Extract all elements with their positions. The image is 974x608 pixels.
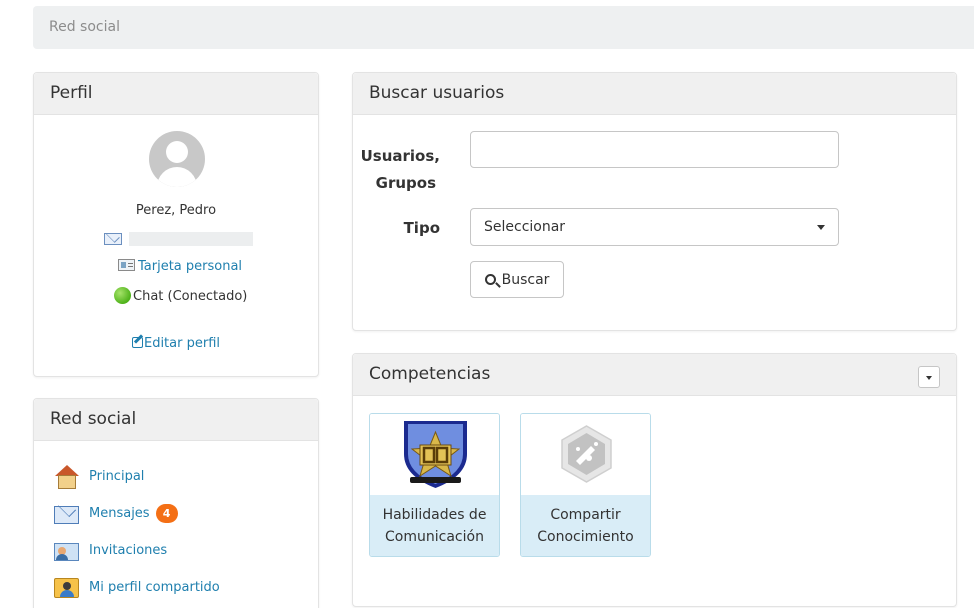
type-selected-value: Seleccionar bbox=[484, 219, 566, 235]
search-button-label: Buscar bbox=[501, 271, 550, 288]
type-select[interactable]: Seleccionar bbox=[470, 208, 839, 246]
search-users-panel: Buscar usuarios Usuarios, Grupos Tipo Se… bbox=[352, 72, 957, 331]
unread-count-badge: 4 bbox=[155, 503, 178, 523]
shared-profile-icon bbox=[54, 578, 79, 598]
nav-item-principal[interactable]: Principal bbox=[54, 463, 144, 489]
skill-badge-caption: Habilidades de Comunicación bbox=[370, 495, 499, 556]
business-card-link[interactable]: Tarjeta personal bbox=[118, 259, 242, 274]
users-label-line2: Grupos bbox=[375, 174, 436, 192]
profile-panel: Perfil Perez, Pedro Tarjeta personal Cha… bbox=[33, 72, 319, 377]
profile-panel-title: Perfil bbox=[34, 73, 318, 115]
skills-panel-title: Competencias bbox=[369, 364, 491, 384]
skill-name-line1: Habilidades de bbox=[382, 507, 487, 523]
social-network-panel: Red social Principal Mensajes 4 Invitaci… bbox=[33, 398, 319, 608]
edit-profile-link[interactable]: Editar perfil bbox=[34, 336, 318, 351]
search-button[interactable]: Buscar bbox=[470, 261, 564, 298]
skills-dropdown-toggle[interactable] bbox=[918, 366, 940, 388]
search-panel-title: Buscar usuarios bbox=[353, 73, 956, 115]
social-panel-title: Red social bbox=[34, 399, 318, 441]
search-icon bbox=[484, 274, 496, 285]
skill-badge-card[interactable]: Habilidades de Comunicación bbox=[369, 413, 500, 557]
envelope-icon bbox=[104, 233, 122, 245]
users-label-line1: Usuarios, bbox=[360, 147, 440, 165]
edit-icon bbox=[131, 337, 143, 348]
nav-item-mensajes[interactable]: Mensajes 4 bbox=[54, 500, 178, 526]
profile-name: Perez, Pedro bbox=[135, 203, 217, 218]
edit-profile-label: Editar perfil bbox=[143, 336, 220, 351]
business-card-label: Tarjeta personal bbox=[138, 259, 243, 274]
invitation-icon bbox=[54, 542, 79, 561]
skill-name-line2: Comunicación bbox=[385, 529, 484, 545]
caret-down-icon bbox=[817, 225, 825, 230]
id-card-icon bbox=[118, 259, 135, 271]
knowledge-badge-image bbox=[521, 414, 650, 495]
online-status-icon bbox=[114, 287, 131, 304]
nav-item-perfil-compartido[interactable]: Mi perfil compartido bbox=[54, 574, 220, 600]
nav-label: Mi perfil compartido bbox=[89, 579, 220, 595]
skill-badge-caption: Compartir Conocimiento bbox=[521, 495, 650, 556]
users-groups-label: Usuarios, Grupos bbox=[340, 143, 440, 197]
skill-name-line2: Conocimiento bbox=[537, 529, 634, 545]
skills-panel: Competencias Habilidades de Comunicación bbox=[352, 353, 957, 607]
breadcrumb: Red social bbox=[33, 6, 974, 49]
nav-item-invitaciones[interactable]: Invitaciones bbox=[54, 537, 167, 563]
users-search-input[interactable] bbox=[470, 131, 839, 168]
chat-status-label: Chat (Conectado) bbox=[133, 289, 248, 304]
skill-badge-card[interactable]: Compartir Conocimiento bbox=[520, 413, 651, 557]
avatar bbox=[149, 131, 205, 187]
nav-label: Principal bbox=[89, 468, 145, 484]
nav-label: Invitaciones bbox=[89, 542, 168, 558]
envelope-icon bbox=[54, 505, 79, 524]
skills-panel-heading: Competencias bbox=[353, 354, 956, 396]
type-label: Tipo bbox=[403, 219, 440, 237]
skill-name-line1: Compartir bbox=[550, 507, 621, 523]
communication-badge-image bbox=[370, 414, 499, 495]
home-icon bbox=[54, 464, 79, 489]
email-redacted bbox=[129, 232, 253, 246]
breadcrumb-current: Red social bbox=[49, 19, 120, 35]
nav-label: Mensajes bbox=[89, 505, 150, 521]
chat-status[interactable]: Chat (Conectado) bbox=[114, 287, 247, 304]
